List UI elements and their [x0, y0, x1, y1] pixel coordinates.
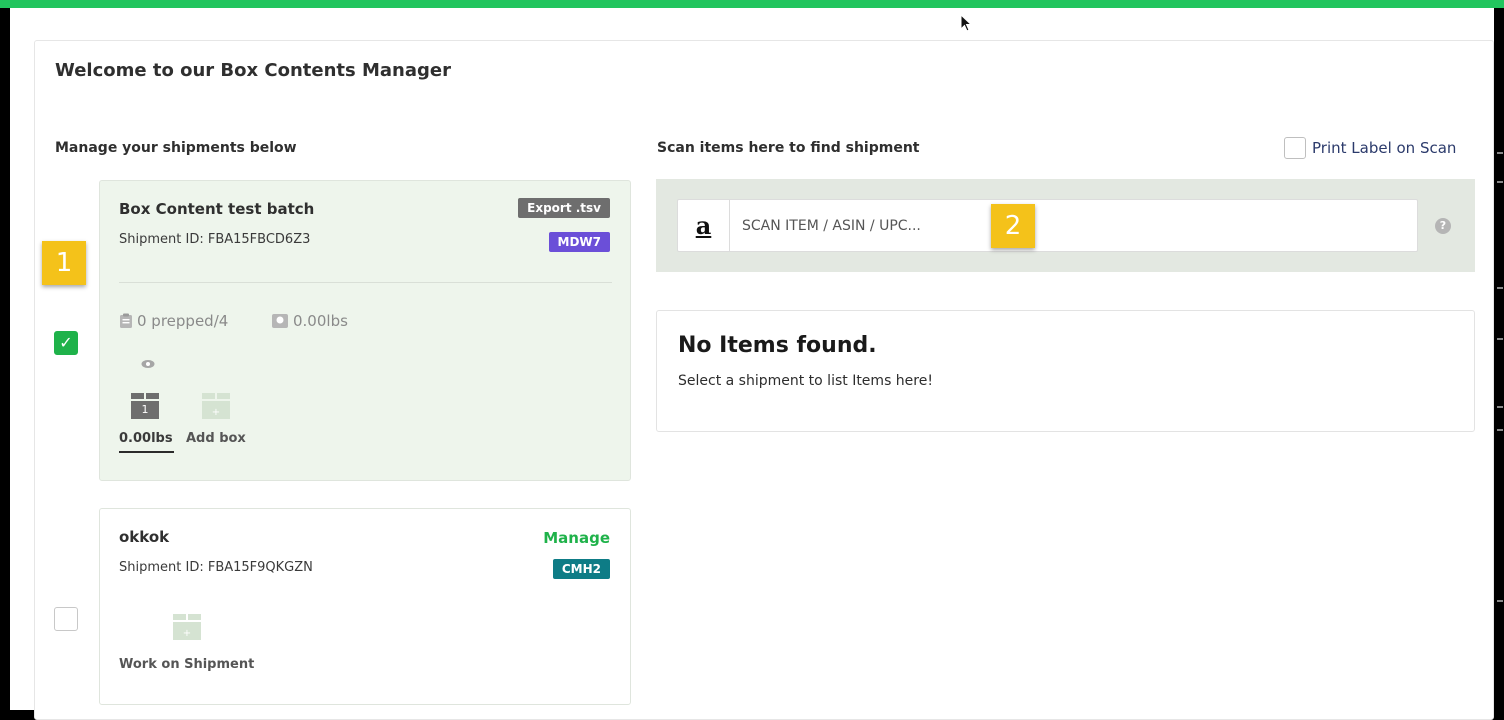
edge-mark — [1497, 181, 1503, 183]
prepped-stat: 0 prepped/4 — [119, 312, 228, 330]
edge-mark — [1497, 338, 1503, 340]
print-label-text: Print Label on Scan — [1312, 139, 1457, 157]
window-right-edge — [1494, 8, 1504, 710]
shipment-card-1[interactable]: Box Content test batch Shipment ID: FBA1… — [99, 180, 631, 481]
scan-input-wrapper: a — [677, 199, 1418, 252]
shipment-select-checkbox-1[interactable]: ✓ — [54, 331, 78, 355]
step-marker-2: 2 — [991, 204, 1035, 248]
shipments-section-label: Manage your shipments below — [55, 140, 297, 156]
shipment-name: Box Content test batch — [119, 200, 315, 218]
top-accent-bar — [0, 0, 1504, 8]
add-box-label[interactable]: Add box — [186, 431, 246, 446]
destination-tag: MDW7 — [548, 232, 610, 252]
scale-icon — [272, 314, 288, 328]
work-box-icon[interactable]: + — [171, 606, 203, 642]
mouse-cursor-icon — [960, 14, 973, 32]
clipboard-icon — [120, 313, 132, 328]
amazon-glyph: a — [695, 211, 712, 240]
print-label-checkbox[interactable] — [1284, 137, 1306, 159]
help-icon[interactable]: ? — [1435, 218, 1451, 234]
edge-mark — [1497, 152, 1503, 154]
work-on-shipment-label[interactable]: Work on Shipment — [119, 657, 254, 672]
shipment-card-2[interactable]: okkok Shipment ID: FBA15F9QKGZN Manage C… — [99, 508, 631, 705]
eye-icon[interactable] — [141, 359, 155, 369]
edge-mark — [1497, 287, 1503, 289]
weight-stat: 0.00lbs — [271, 312, 348, 330]
shipment-select-checkbox-2[interactable] — [54, 607, 78, 631]
shipment-name: okkok — [119, 528, 170, 546]
active-box-underline — [119, 451, 174, 453]
no-items-title: No Items found. — [678, 333, 877, 358]
scan-item-input[interactable] — [732, 200, 1412, 251]
edge-mark — [1497, 406, 1503, 408]
print-label-toggle[interactable]: Print Label on Scan — [1284, 137, 1456, 159]
page-title: Welcome to our Box Contents Manager — [55, 60, 451, 81]
scan-section-label: Scan items here to find shipment — [657, 140, 920, 156]
prepped-text: 0 prepped/4 — [137, 312, 229, 330]
manage-link[interactable]: Manage — [543, 529, 610, 547]
box-number: 1 — [141, 403, 149, 416]
no-items-subtitle: Select a shipment to list Items here! — [678, 373, 933, 389]
shipment-id: Shipment ID: FBA15F9QKGZN — [119, 560, 313, 575]
shipment-id: Shipment ID: FBA15FBCD6Z3 — [119, 232, 311, 247]
svg-text:+: + — [212, 407, 220, 418]
results-panel: No Items found. Select a shipment to lis… — [656, 310, 1475, 432]
export-tsv-button[interactable]: Export .tsv — [518, 198, 610, 218]
destination-tag: CMH2 — [552, 559, 610, 579]
weight-text: 0.00lbs — [293, 312, 348, 330]
edge-mark — [1497, 600, 1503, 602]
amazon-icon: a — [678, 200, 730, 251]
edge-mark — [1497, 429, 1503, 431]
add-box-icon[interactable]: + — [200, 385, 232, 421]
svg-text:+: + — [183, 628, 191, 639]
step-marker-1: 1 — [42, 241, 86, 285]
card-divider — [119, 282, 612, 283]
box-weight-label[interactable]: 0.00lbs — [119, 431, 173, 446]
